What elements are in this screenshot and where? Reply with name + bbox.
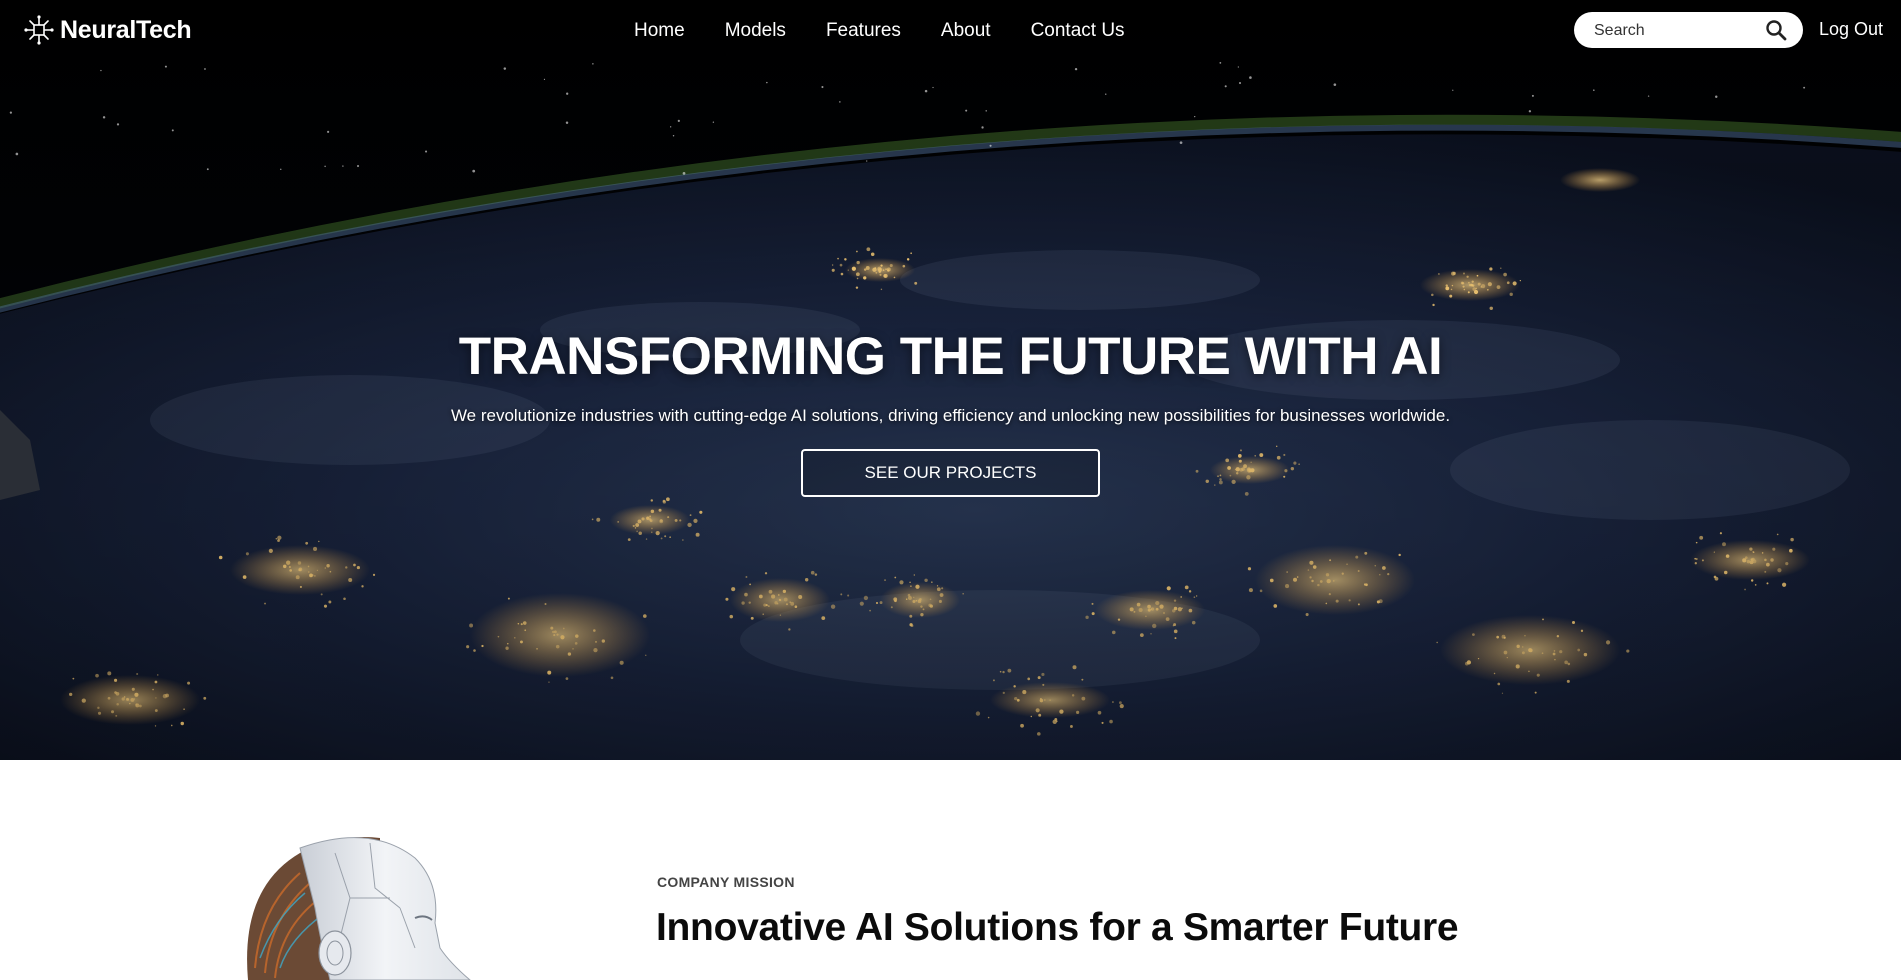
mission-eyebrow: COMPANY MISSION: [657, 874, 795, 890]
search-icon[interactable]: [1764, 18, 1788, 42]
hero-section: NeuralTech Home Models Features About Co…: [0, 0, 1901, 760]
search-input[interactable]: [1594, 20, 1754, 42]
robot-head-image: [247, 837, 471, 980]
logout-button[interactable]: Log Out: [1819, 19, 1883, 40]
brand-name: NeuralTech: [60, 15, 192, 44]
hero-subtitle: We revolutionize industries with cutting…: [450, 406, 1451, 425]
see-projects-button[interactable]: SEE OUR PROJECTS: [801, 449, 1100, 497]
nav-link-features[interactable]: Features: [826, 20, 901, 42]
top-navbar: NeuralTech Home Models Features About Co…: [0, 0, 1901, 62]
nav-link-home[interactable]: Home: [634, 20, 685, 42]
hero-title: TRANSFORMING THE FUTURE WITH AI: [458, 327, 1443, 386]
brand-logo[interactable]: NeuralTech: [24, 14, 192, 46]
nav-link-models[interactable]: Models: [725, 20, 786, 42]
mission-heading: Innovative AI Solutions for a Smarter Fu…: [656, 906, 1459, 949]
nav-link-about[interactable]: About: [941, 20, 991, 42]
nav-link-contact-us[interactable]: Contact Us: [1031, 20, 1125, 42]
company-mission-section: COMPANY MISSION Innovative AI Solutions …: [0, 760, 1901, 980]
search-box: [1574, 12, 1803, 48]
neural-chip-icon: [24, 15, 54, 45]
main-nav: Home Models Features About Contact Us: [634, 18, 1125, 44]
